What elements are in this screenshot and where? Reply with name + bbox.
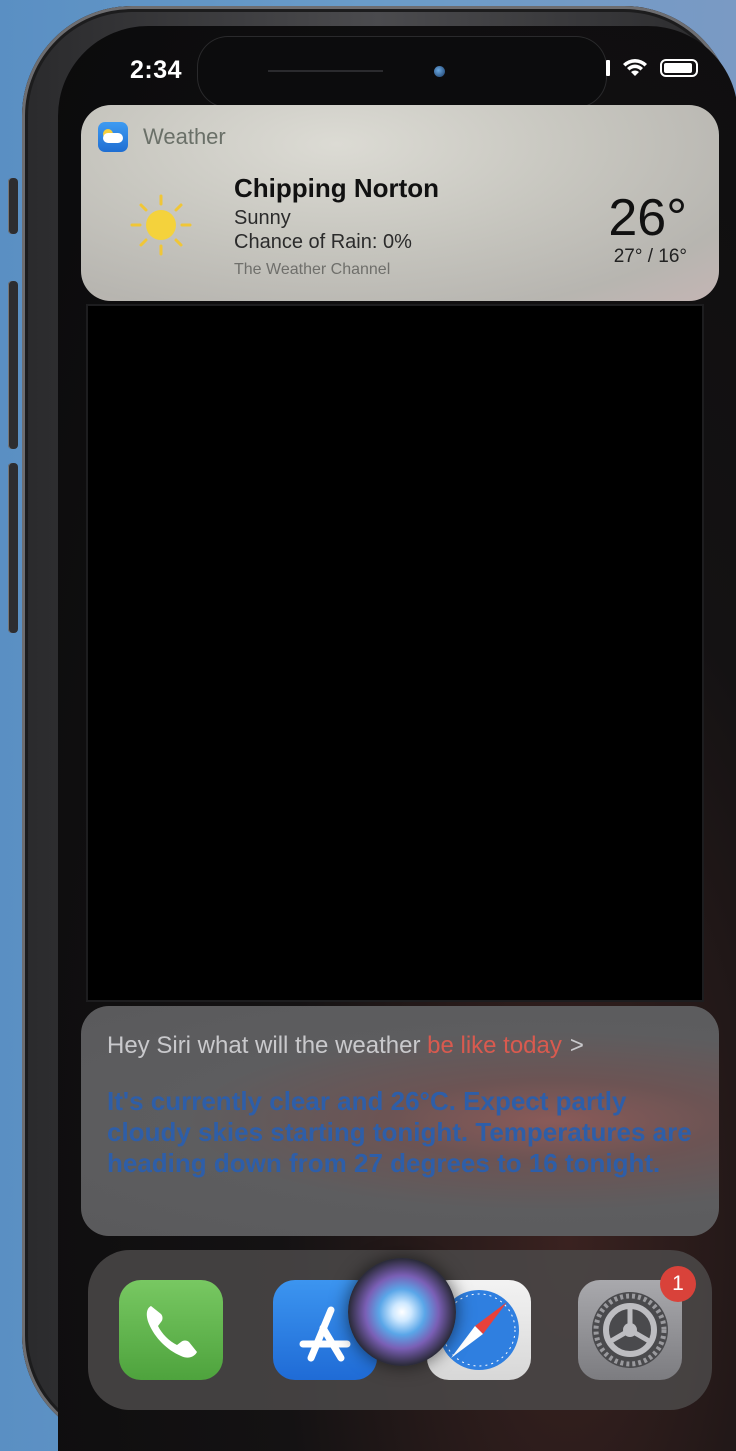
dynamic-island (198, 37, 606, 107)
action-button[interactable] (8, 178, 18, 234)
weather-temperature: 26° (608, 189, 687, 247)
siri-answer: It's currently clear and 26°C. Expect pa… (107, 1086, 692, 1178)
siri-query-highlight: be like today (427, 1032, 562, 1059)
siri-response-card[interactable]: Hey Siri what will the weather be like t… (81, 1006, 719, 1236)
wifi-icon (623, 59, 647, 76)
weather-source: The Weather Channel (234, 261, 391, 278)
phone-app-icon[interactable] (119, 1280, 223, 1380)
weather-app-icon (98, 122, 128, 152)
weather-rain-chance: Chance of Rain: 0% (234, 231, 412, 253)
sun-icon (130, 194, 192, 256)
volume-up-button[interactable] (8, 281, 18, 449)
screen: 2:34 Weather Chipping Norton Sunny Chanc… (58, 26, 736, 1451)
cellular-signal-icon (606, 60, 610, 76)
siri-query[interactable]: Hey Siri what will the weather be like t… (107, 1032, 584, 1060)
weather-temperature-range: 27° / 16° (613, 246, 687, 267)
battery-icon (660, 59, 698, 77)
weather-app-name: Weather (143, 124, 226, 149)
status-icons (606, 58, 698, 78)
content-area (88, 306, 702, 1000)
island-sensor (268, 70, 383, 72)
volume-down-button[interactable] (8, 463, 18, 633)
siri-orb-icon[interactable] (348, 1258, 456, 1366)
siri-query-text: Hey Siri what will the weather (107, 1032, 428, 1059)
weather-widget[interactable]: Weather Chipping Norton Sunny Chance of … (81, 105, 719, 301)
settings-notification-badge: 1 (660, 1266, 696, 1302)
chevron-right-icon[interactable]: > (570, 1032, 584, 1059)
camera-icon (434, 66, 445, 77)
status-time: 2:34 (130, 56, 183, 84)
phone-icon (146, 1306, 197, 1358)
weather-city: Chipping Norton (234, 173, 440, 203)
phone-frame: 2:34 Weather Chipping Norton Sunny Chanc… (22, 6, 736, 1451)
weather-condition: Sunny (234, 207, 291, 229)
